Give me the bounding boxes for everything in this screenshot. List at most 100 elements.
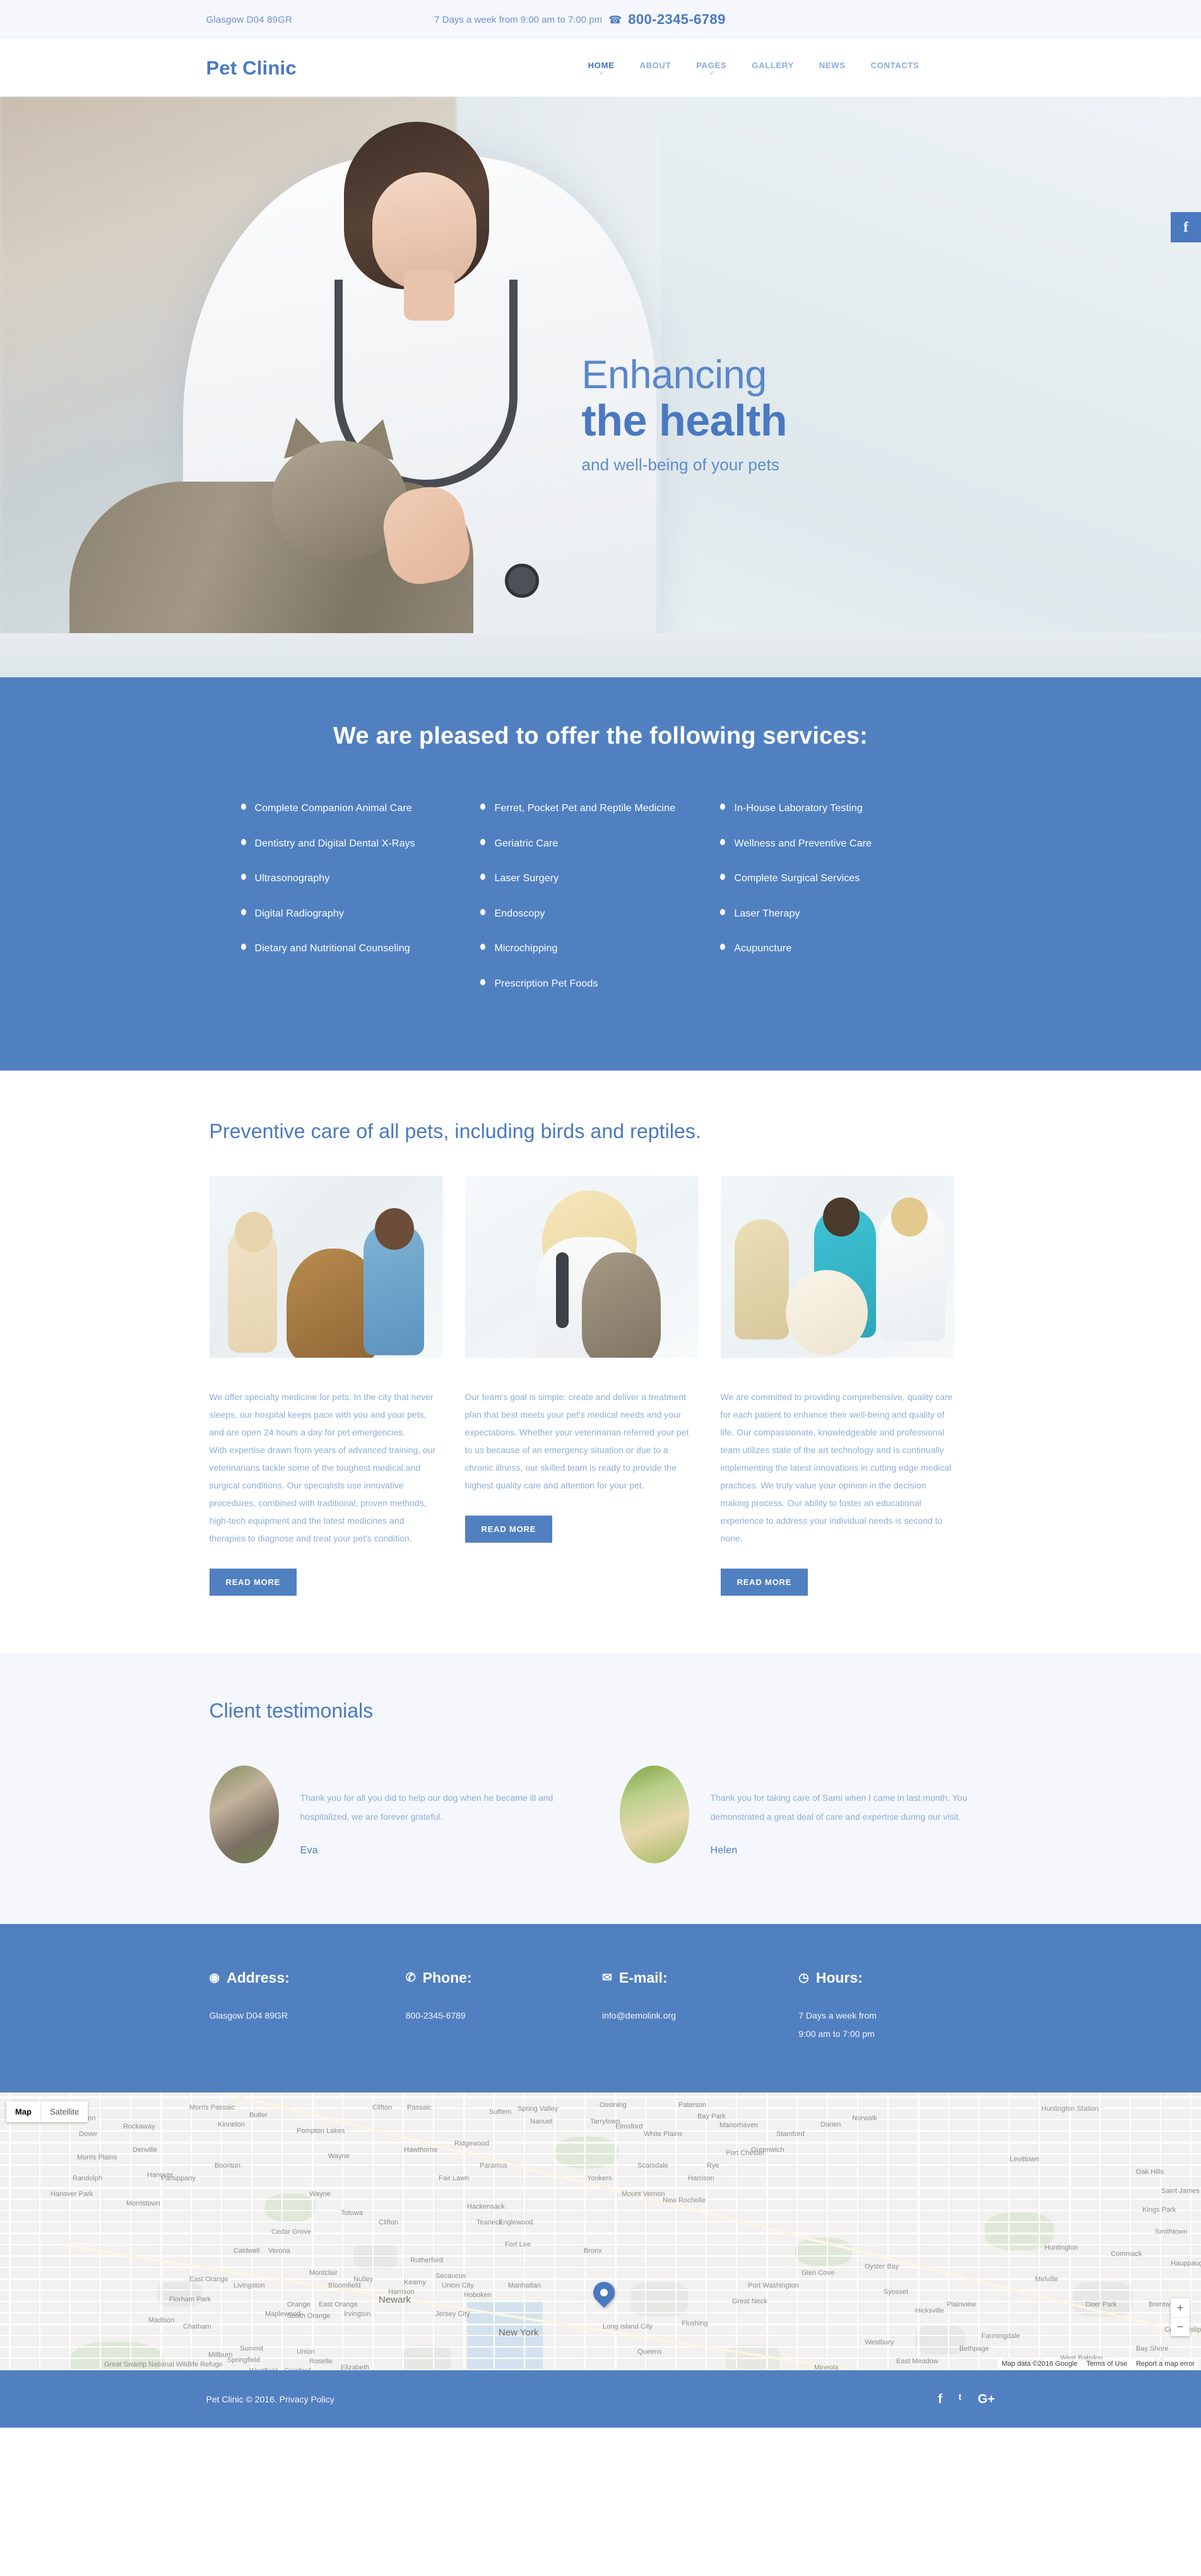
preventive-care-title: Preventive care of all pets, including b… [209,1119,702,1143]
map-place-label: Kings Park [1142,2206,1176,2214]
service-label: Complete Companion Animal Care [254,803,412,814]
nav-item-about[interactable]: ABOUT [640,61,671,70]
avatar [619,1765,689,1863]
services-column-1: Complete Companion Animal Care Dentistry … [240,799,481,1010]
map-place-label: Orange [287,2301,311,2309]
map-place-label: Totowa [341,2209,363,2217]
map-road [827,2092,828,2371]
facebook-icon[interactable]: f [938,2393,942,2406]
hero-background-image [0,97,1201,677]
privacy-policy-link[interactable]: Privacy Policy [280,2394,334,2404]
nav-label: CONTACTS [870,60,920,70]
map-attribution-item[interactable]: Report a map error [1136,2360,1195,2368]
map-type-map-button[interactable]: Map [6,2101,40,2123]
map-place-label: Montclair [309,2269,338,2277]
nav-item-news[interactable]: NEWS [819,61,846,70]
service-label: Complete Surgical Services [734,873,860,884]
nav-item-gallery[interactable]: GALLERY [752,61,794,70]
map-place-label: Rutherford [410,2257,443,2265]
map-road [0,2346,1201,2347]
service-item: Laser Surgery [480,869,685,888]
bullet-icon [720,804,726,810]
contact-info-section: ◉ Address: Glasgow D04 89GR ✆ Phone: 800-2345… [0,1923,1201,2093]
bullet-icon [240,944,246,951]
google-map[interactable]: New York Newark Jersey City Morris Plains Ha… [0,2092,1201,2371]
map-place-label: Huntington [1044,2244,1079,2252]
nav-item-contacts[interactable]: CONTACTS [871,61,920,70]
map-place-label: Teaneck [476,2219,502,2227]
bullet-icon [240,908,246,915]
map-place-label: Newark [379,2294,411,2306]
map-place-label: Hauppauge [1171,2260,1201,2268]
preventive-card-text: Our team's goal is simple: create and de… [464,1391,689,1490]
stethoscope-bell [505,564,539,598]
map-place-label: Bay Park [697,2113,726,2121]
map-place-label: Commack [1111,2250,1142,2258]
bullet-icon [480,838,486,845]
nav-label: ABOUT [639,60,671,70]
map-place-label: Summit [240,2345,264,2353]
service-item: Geriatric Care [480,834,685,853]
google-plus-icon[interactable]: G+ [978,2393,995,2406]
bullet-icon [720,944,726,951]
service-item: Microchipping [480,939,685,958]
facebook-side-tab-icon[interactable]: f [1171,212,1201,242]
twitter-icon[interactable]: ᵗ [959,2393,961,2406]
map-place-label: Pompton Lakes [297,2127,345,2135]
map-area-shape [353,2244,398,2270]
map-attribution-item[interactable]: Terms of Use [1086,2360,1127,2368]
service-item: Ferret, Pocket Pet and Reptile Medicine [480,799,685,818]
preventive-card: Our team's goal is simple: create and de… [464,1175,699,1596]
map-place-label: Great Swamp National Wildlife Refuge [104,2361,223,2369]
map-road [1039,2092,1040,2371]
map-place-label: Cranford [284,2367,311,2370]
nav-item-pages[interactable]: PAGES ˅ [696,61,726,78]
map-road [1130,2092,1131,2371]
nav-item-home[interactable]: HOME ˅ [588,61,615,78]
map-place-label: Wayne [309,2190,331,2199]
read-more-button[interactable]: READ MORE [209,1568,297,1596]
map-zoom-in-button[interactable]: + [1171,2298,1190,2317]
map-attribution-item: Map data ©2016 Google [1002,2360,1078,2368]
footer-copyright: Pet Clinic © 2016. Privacy Policy [206,2394,334,2404]
map-place-label: Cedar Grove [271,2228,311,2236]
preventive-card-text: We offer specialty medicine for pets. In… [209,1391,436,1543]
map-place-label: Jersey City [435,2310,470,2318]
map-type-satellite-button[interactable]: Satellite [40,2101,88,2123]
footer-copyright-text: Pet Clinic © 2016. [206,2394,277,2404]
map-place-label: Wayne [328,2152,350,2161]
map-place-label: East Orange [189,2276,228,2284]
service-label: Dietary and Nutritional Counseling [254,943,410,954]
map-place-label: Union City [442,2282,474,2290]
topbar-phone[interactable]: 800-2345-6789 [628,11,725,28]
contact-title: Hours: [815,1969,863,1986]
map-place-label: Clifton [379,2219,399,2227]
testimonial-text: Thank you for taking care of Sami when I… [710,1792,967,1822]
map-area-shape [265,2193,316,2223]
read-more-button[interactable]: READ MORE [464,1515,553,1543]
contact-heading: ◉ Address: [210,1969,406,1986]
map-road [0,2096,1201,2099]
site-logo[interactable]: Pet Clinic [206,57,297,80]
bullet-icon [480,804,486,810]
service-item: Ultrasonography [240,869,446,888]
map-place-label: Florham Park [169,2296,211,2304]
top-bar: Glasgow D04 89GR 7 Days a week from 9:00… [0,0,1201,39]
site-footer: Pet Clinic © 2016. Privacy Policy f ᵗ G+ [0,2370,1201,2428]
bullet-icon [480,944,486,951]
map-place-label: Nutley [353,2276,374,2284]
map-place-label: Greenwich [751,2146,784,2154]
contact-value: Glasgow D04 89GR [209,2010,288,2021]
read-more-button[interactable]: READ MORE [720,1568,808,1596]
map-road [100,2092,101,2371]
preventive-card-row: We offer specialty medicine for pets. In… [206,1175,995,1596]
map-place-label: Morris Plains [77,2154,117,2162]
map-place-label: Denville [133,2146,158,2154]
map-place-label: Butler [249,2111,268,2120]
map-zoom-out-button[interactable]: − [1171,2317,1190,2336]
service-item: Acupuncture [720,939,925,958]
bullet-icon [240,874,246,881]
map-place-label: Ossining [600,2101,627,2110]
bullet-icon [480,908,486,915]
map-road [0,2233,1201,2235]
